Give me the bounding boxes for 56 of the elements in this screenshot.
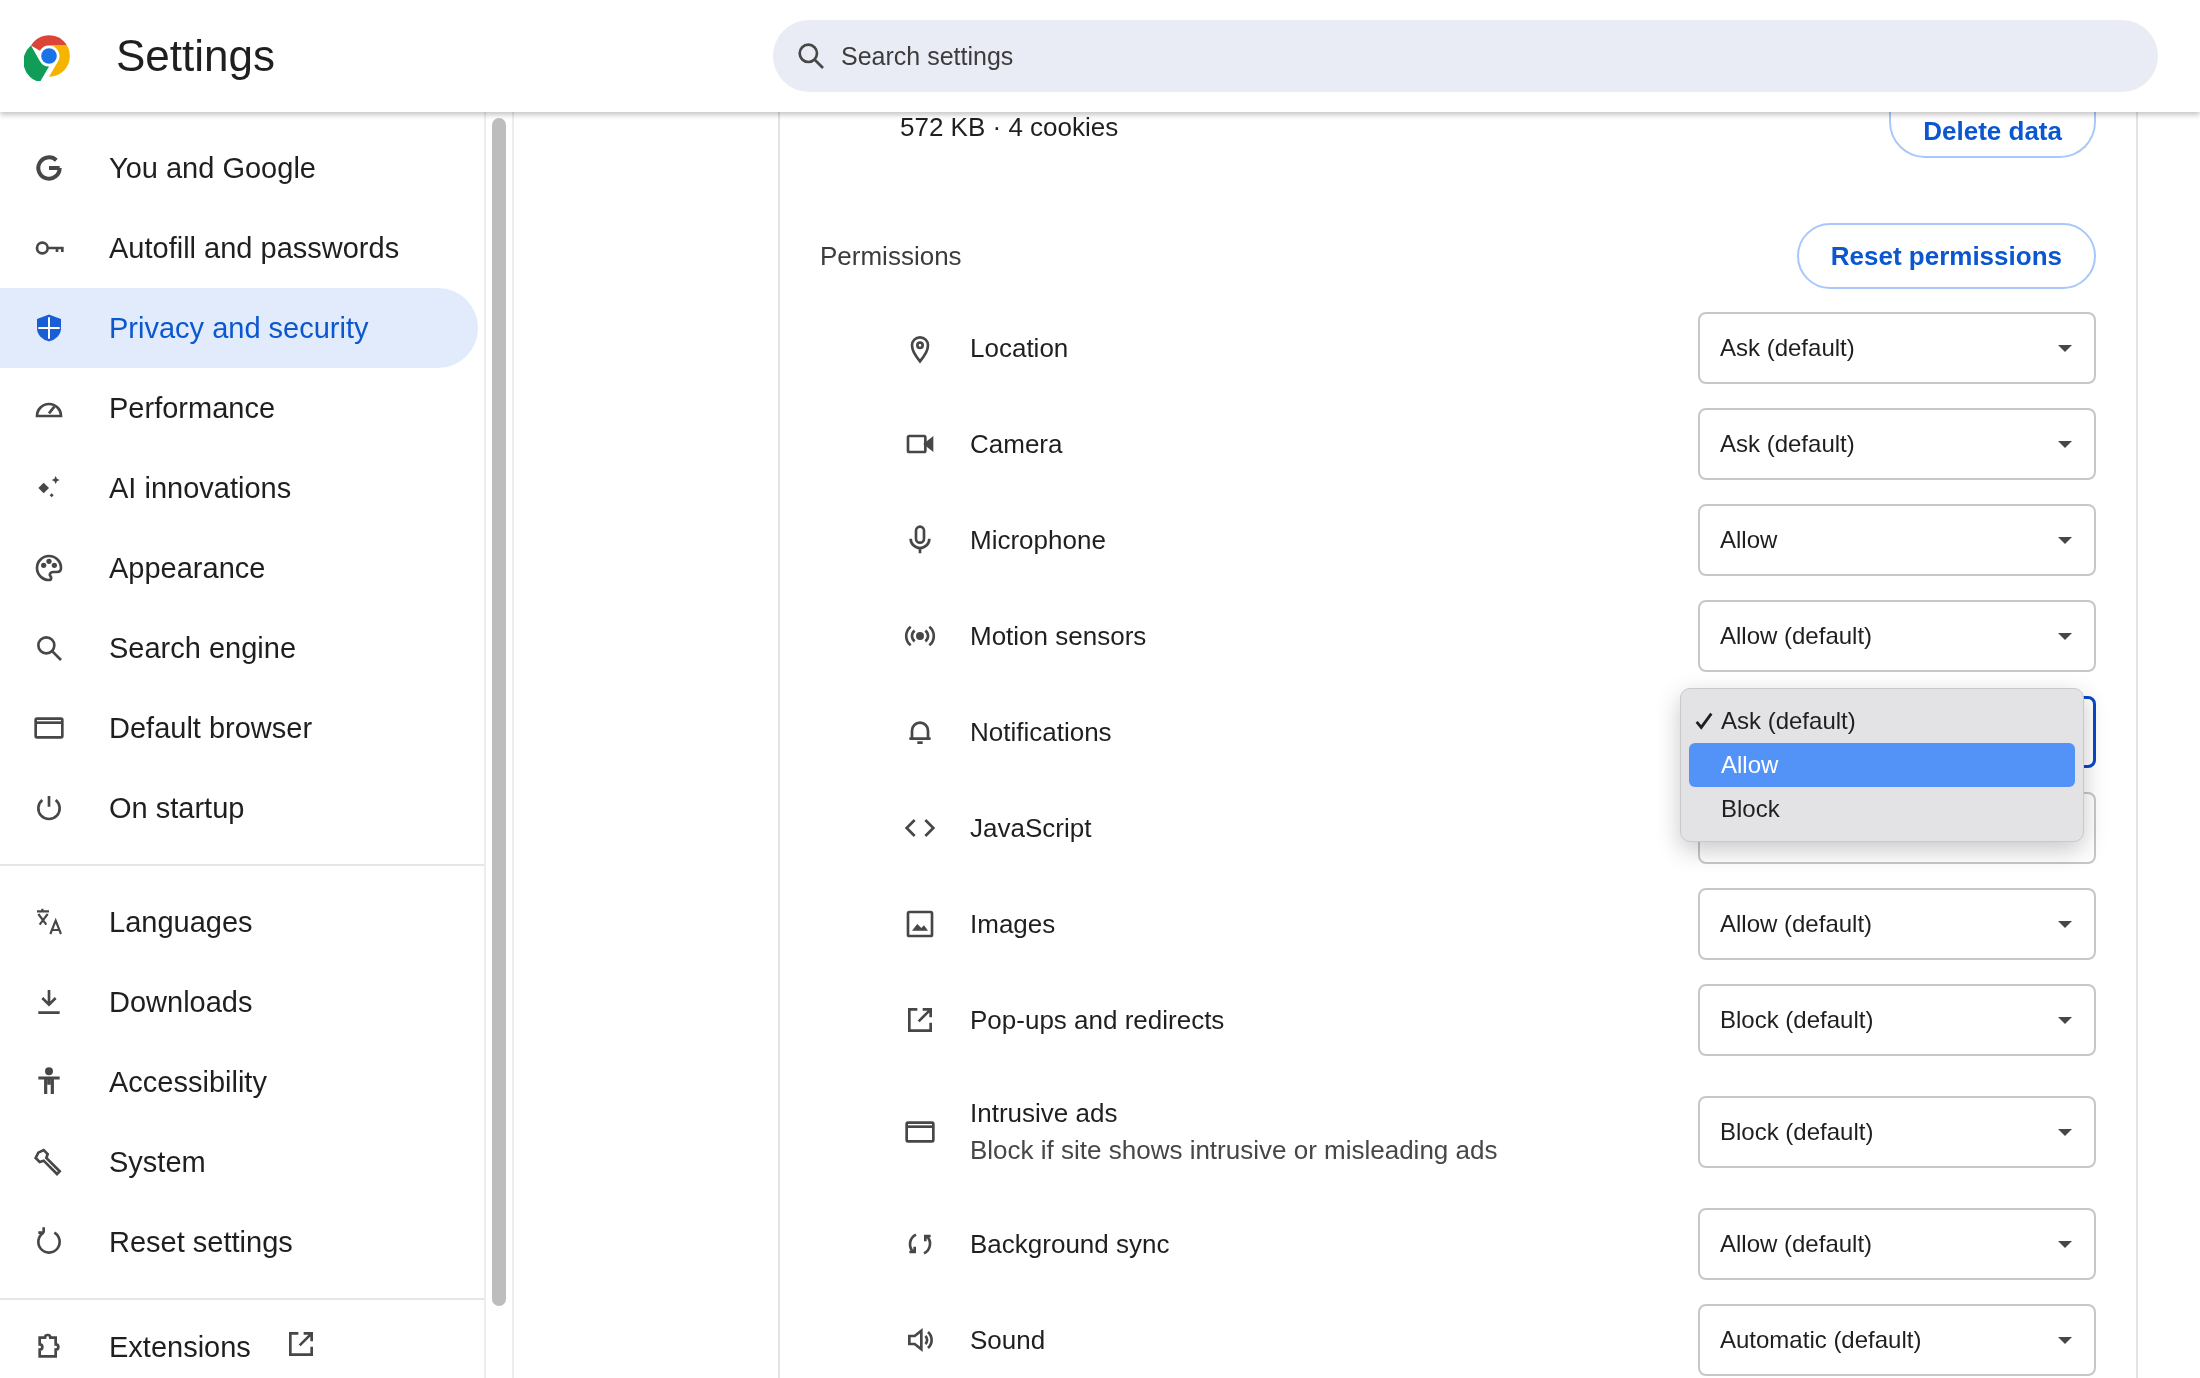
sidebar-item[interactable]: Downloads: [0, 962, 478, 1042]
caret-icon: [2058, 1128, 2072, 1136]
menu-option[interactable]: Block: [1689, 787, 2075, 831]
permission-label: Microphone: [970, 524, 1107, 556]
delete-data-button[interactable]: Delete data: [1889, 112, 2096, 158]
checkmark-icon: [1693, 710, 1715, 732]
permission-label: Background sync: [970, 1228, 1171, 1260]
sidebar-item[interactable]: AI innovations: [0, 448, 478, 528]
reset-permissions-button[interactable]: Reset permissions: [1796, 223, 2096, 289]
permission-label: Location: [970, 332, 1070, 364]
caret-icon: [2058, 344, 2072, 352]
page-title: Settings: [116, 31, 276, 81]
permission-dropdown[interactable]: Block (default): [1698, 984, 2096, 1056]
caret-icon: [2058, 920, 2072, 928]
permission-label: Sound: [970, 1324, 1047, 1356]
permission-description: Block if site shows intrusive or misleading ads: [970, 1135, 1499, 1166]
permission-label: Images: [970, 908, 1057, 940]
caret-icon: [2058, 1016, 2072, 1024]
permission-label: Intrusive ads: [970, 1098, 1119, 1129]
image-icon: [904, 908, 936, 940]
sidebar-item[interactable]: Extensions: [0, 1316, 484, 1378]
site-data-usage: 572 KB · 4 cookies: [900, 112, 1119, 143]
sidebar-item[interactable]: Languages: [0, 882, 478, 962]
caret-icon: [2058, 440, 2072, 448]
caret-icon: [2058, 536, 2072, 544]
permission-dropdown[interactable]: Block (default): [1698, 1096, 2096, 1168]
sidebar-item[interactable]: On startup: [0, 768, 478, 848]
sidebar-item[interactable]: Accessibility: [0, 1042, 478, 1122]
menu-option[interactable]: Ask (default): [1689, 699, 2075, 743]
permission-dropdown[interactable]: Ask (default): [1698, 312, 2096, 384]
permission-label: Pop-ups and redirects: [970, 1004, 1226, 1036]
sidebar-item[interactable]: Appearance: [0, 528, 478, 608]
sidebar-item[interactable]: Performance: [0, 368, 478, 448]
sidebar-item[interactable]: Reset settings: [0, 1202, 478, 1282]
caret-icon: [2058, 1336, 2072, 1344]
palette-icon: [33, 552, 65, 584]
sidebar-item[interactable]: System: [0, 1122, 478, 1202]
permission-label: Motion sensors: [970, 620, 1148, 652]
sidebar-item[interactable]: Search engine: [0, 608, 478, 688]
permission-label: Notifications: [970, 716, 1113, 748]
sidebar-item[interactable]: You and Google: [0, 128, 478, 208]
sidebar-item[interactable]: Autofill and passwords: [0, 208, 478, 288]
permission-dropdown[interactable]: Automatic (default): [1698, 1304, 2096, 1376]
permission-dropdown[interactable]: Allow (default): [1698, 888, 2096, 960]
permission-dropdown[interactable]: Ask (default): [1698, 408, 2096, 480]
caret-icon: [2058, 632, 2072, 640]
permission-dropdown[interactable]: Allow (default): [1698, 1208, 2096, 1280]
permission-dropdown[interactable]: Allow (default): [1698, 600, 2096, 672]
permission-label: Camera: [970, 428, 1064, 460]
google-g-icon: [33, 152, 65, 184]
sidebar-item[interactable]: Default browser: [0, 688, 478, 768]
section-heading: Permissions: [820, 240, 962, 272]
sidebar-item[interactable]: Privacy and security: [0, 288, 478, 368]
caret-icon: [2058, 1240, 2072, 1248]
permission-label: JavaScript: [970, 812, 1093, 844]
permission-dropdown[interactable]: Allow: [1698, 504, 2096, 576]
